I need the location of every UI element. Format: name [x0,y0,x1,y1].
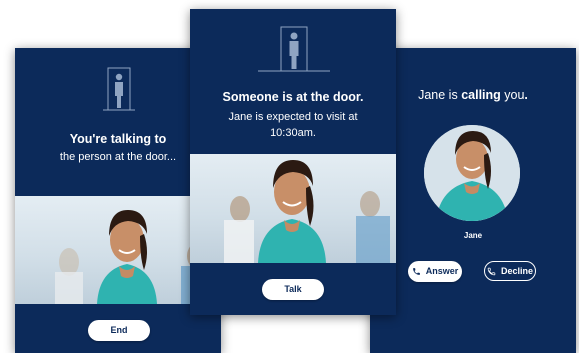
visit-message-line2: 10:30am. [270,127,316,139]
calling-word: calling [461,88,501,102]
nurse-image [224,160,390,263]
answer-button[interactable]: Answer [408,261,462,282]
end-button[interactable]: End [88,320,150,341]
decline-button[interactable]: Decline [484,261,536,281]
caller-image [424,125,520,221]
door-alert-title: Someone is at the door. [222,90,364,104]
nurse-photo [190,154,396,263]
door-person-icon [103,67,135,111]
door-alert-screen: Someone is at the door. Jane is expected… [190,9,396,315]
caller-name-text: Jane is [418,88,462,102]
talk-button[interactable]: Talk [262,279,324,300]
door-person-icon [258,26,330,72]
caller-label: Jane [463,231,483,240]
incoming-call-screen: Jane is calling you. Jane Answer Decline [370,48,576,353]
visit-message-line1: Jane is expected to visit at [228,111,358,123]
incoming-call-text: Jane is calling you. [370,88,576,102]
period: . [524,88,528,102]
phone-answer-icon [412,268,420,275]
answer-label: Answer [425,266,459,276]
caller-avatar [424,125,520,221]
decline-label: Decline [500,266,533,276]
you-word: you [500,88,525,102]
phone-decline-icon [487,267,496,275]
